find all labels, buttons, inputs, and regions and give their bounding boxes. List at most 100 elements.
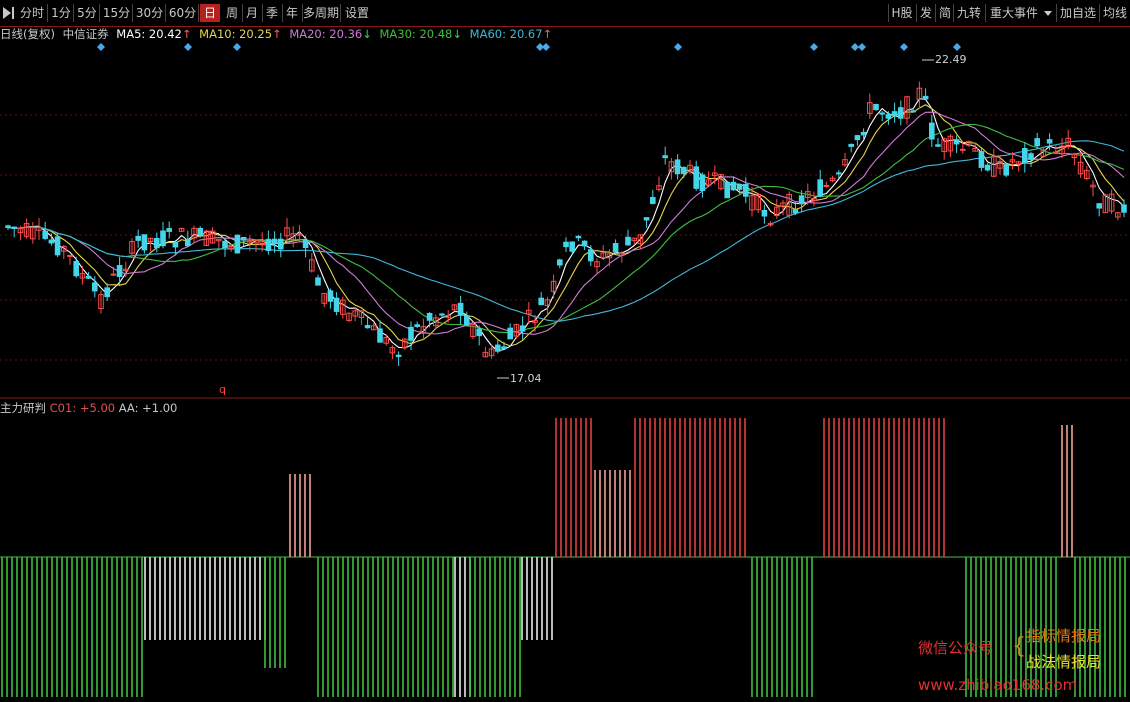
watermark-line2: 战法情报局 — [1026, 653, 1102, 671]
candle-body — [377, 328, 383, 343]
candle-body — [11, 226, 17, 229]
candle-body — [85, 275, 92, 279]
candle-body — [643, 217, 650, 221]
watermark-wechat: 微信公众号 — [918, 639, 994, 657]
candle-body — [67, 254, 73, 257]
candle-body — [1121, 204, 1127, 213]
candle-body — [141, 234, 148, 251]
candle-body — [879, 112, 886, 115]
candle-body — [730, 181, 737, 191]
candle-body — [557, 259, 563, 266]
ma-line — [7, 123, 1125, 334]
candle-body — [953, 139, 960, 145]
indicator-c01: C01: +5.00 — [49, 401, 116, 415]
candle-body — [110, 273, 117, 276]
candle-body — [929, 122, 935, 140]
candle-body — [1034, 138, 1041, 147]
candle-body — [197, 227, 203, 236]
candle-body — [234, 234, 241, 254]
candle-body — [395, 354, 402, 358]
signal-diamond — [674, 43, 682, 51]
candlesticks — [5, 81, 1127, 367]
candle-body — [278, 238, 284, 250]
candle-body — [792, 209, 799, 214]
candle-body — [5, 225, 11, 228]
candle-body — [588, 249, 594, 262]
candle-body — [860, 131, 867, 136]
high-price-label: 22.49 — [935, 53, 967, 66]
candle-body — [885, 114, 892, 119]
candle-body — [736, 183, 743, 190]
moving-average-lines — [7, 59, 1125, 379]
candle-body — [910, 110, 917, 113]
candle-body — [439, 313, 445, 316]
candle-body — [495, 344, 501, 352]
candle-body — [222, 240, 228, 249]
candle-body — [761, 209, 768, 217]
candle-body — [315, 277, 321, 286]
candle-body — [1028, 153, 1034, 160]
candle-body — [1053, 151, 1059, 154]
candle-body — [302, 240, 309, 249]
candle-body — [569, 241, 576, 252]
indicator-name: 主力研判 — [0, 401, 46, 415]
candle-body — [414, 324, 420, 327]
indicator-legend: 主力研判 C01: +5.00 AA: +1.00 — [0, 400, 177, 416]
candle-body — [1003, 163, 1010, 176]
brace-icon: { — [1012, 634, 1026, 659]
candle-body — [650, 196, 656, 204]
signal-diamond — [858, 43, 866, 51]
candle-body — [54, 236, 61, 256]
watermark-url: www.zhibiao168.com — [918, 676, 1078, 694]
chart-grid — [0, 114, 1130, 399]
candle-body — [333, 297, 340, 312]
q-marker: q — [219, 383, 226, 396]
candle-body — [674, 159, 681, 175]
candle-body — [42, 230, 49, 239]
candle-body — [873, 103, 879, 111]
candle-body — [519, 325, 526, 332]
candle-body — [935, 144, 941, 147]
candle-body — [612, 243, 619, 253]
candle-body — [575, 235, 582, 239]
candle-body — [922, 95, 929, 100]
candle-body — [693, 166, 700, 189]
candle-body — [848, 143, 855, 147]
candle-body — [662, 155, 669, 159]
candle-body — [172, 241, 179, 248]
candle-body — [476, 328, 482, 337]
signal-diamond — [810, 43, 818, 51]
candle-body — [681, 166, 687, 175]
candle-body — [743, 183, 749, 197]
candle-body — [1046, 139, 1053, 144]
candle-body — [960, 148, 966, 151]
candle-body — [984, 164, 991, 171]
candle-body — [625, 236, 631, 246]
signal-diamond — [900, 43, 908, 51]
candle-body — [699, 174, 706, 191]
candle-body — [581, 240, 588, 247]
candle-body — [464, 315, 470, 326]
candle-body — [166, 228, 172, 232]
candle-body — [73, 261, 80, 277]
signal-diamond — [184, 43, 192, 51]
candle-body — [327, 290, 334, 302]
candle-body — [724, 181, 731, 199]
low-price-label: 17.04 — [510, 372, 542, 385]
candle-body — [898, 107, 904, 119]
candle-body — [854, 135, 861, 141]
candle-body — [408, 326, 414, 341]
candle-body — [836, 172, 842, 175]
candle-body — [817, 179, 824, 197]
ma-line — [7, 140, 1125, 322]
kline-chart[interactable] — [0, 0, 1130, 702]
candle-body — [426, 312, 433, 321]
candle-body — [135, 235, 141, 241]
candle-body — [364, 325, 371, 329]
candle-body — [104, 287, 111, 298]
candle-body — [891, 111, 898, 117]
candle-body — [92, 282, 98, 292]
candle-body — [1022, 148, 1028, 164]
signal-diamond — [233, 43, 241, 51]
signal-diamond — [851, 43, 859, 51]
